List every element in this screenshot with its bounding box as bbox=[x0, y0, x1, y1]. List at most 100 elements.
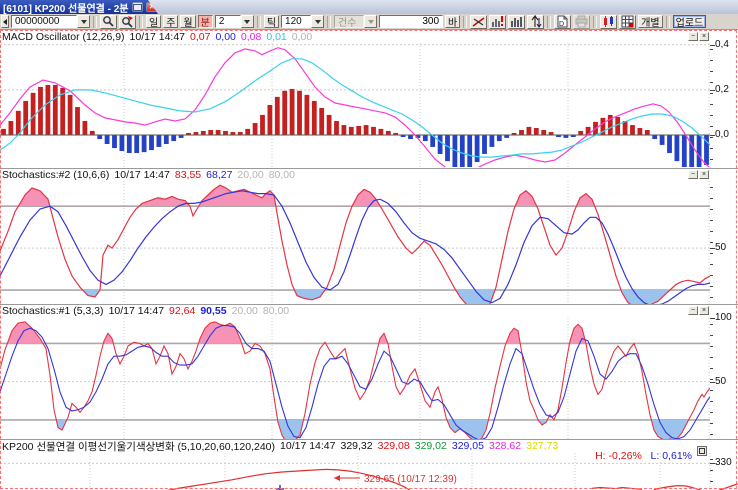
axis-tick-label: 0,4 bbox=[715, 39, 729, 50]
toolbar-separator bbox=[327, 16, 331, 28]
chevron-down-icon[interactable] bbox=[77, 15, 90, 28]
stoch-value: 90,55 bbox=[200, 305, 226, 317]
chevron-down-icon[interactable] bbox=[241, 15, 254, 28]
stoch-value: 80,00 bbox=[263, 305, 289, 317]
stoch1-panel: Stochastics:#1 (5,3,3) 10/17 14:47 92,64… bbox=[0, 304, 738, 439]
macd-panel: MACD Oscillator (12,26,9) 10/17 14:47 0,… bbox=[0, 31, 738, 167]
indicator-title: MACD Oscillator (12,26,9) bbox=[2, 31, 125, 43]
stoch-value: 80,00 bbox=[269, 169, 295, 181]
stoch-value: 83,55 bbox=[175, 169, 201, 181]
search-icon[interactable] bbox=[100, 15, 117, 29]
count-combo: 건수 bbox=[334, 15, 377, 28]
window-title: [6101] KP200 선물연결 - 2분 bbox=[3, 0, 129, 15]
stoch2-axis: 50 bbox=[710, 181, 738, 304]
individual-button[interactable]: 개별 bbox=[638, 15, 662, 28]
macd-chart[interactable] bbox=[0, 43, 710, 167]
count-label: 건수 bbox=[334, 15, 364, 28]
search-highlight-icon[interactable] bbox=[119, 15, 136, 29]
stoch-value: 92,64 bbox=[169, 305, 195, 317]
price-value: 327,73 bbox=[526, 440, 558, 452]
minute-value[interactable]: 2 bbox=[215, 15, 241, 28]
price-panel: KP200 선물연결 이평선기울기색상변화 (5,10,20,60,120,24… bbox=[0, 439, 738, 490]
bar-button[interactable]: 바 bbox=[445, 15, 460, 28]
toolbar-separator bbox=[593, 16, 597, 28]
print-icon bbox=[573, 15, 590, 29]
panel-restore-icon[interactable] bbox=[697, 446, 707, 456]
bars-icon[interactable] bbox=[508, 15, 525, 29]
axis-tick-label: 50 bbox=[715, 242, 726, 253]
axis-tick-label: 0,2 bbox=[715, 84, 729, 95]
chart-link-icon[interactable] bbox=[132, 2, 144, 12]
axis-tick-label: 0,0 bbox=[715, 129, 729, 140]
bars-alert-icon[interactable] bbox=[489, 15, 506, 29]
grid-icon[interactable] bbox=[619, 15, 636, 29]
toolbar-separator bbox=[463, 16, 467, 28]
period-week-button[interactable]: 주 bbox=[163, 15, 178, 28]
stoch-value: 20,00 bbox=[237, 169, 263, 181]
tick-value[interactable]: 120 bbox=[281, 15, 311, 28]
close-icon[interactable]: ✕ bbox=[146, 2, 158, 12]
chevron-down-icon bbox=[364, 15, 377, 28]
macd-value: 0,08 bbox=[241, 31, 261, 43]
panel-close-icon[interactable]: × bbox=[699, 32, 709, 41]
macd-panel-header: MACD Oscillator (12,26,9) 10/17 14:47 0,… bbox=[2, 31, 312, 43]
window-tab[interactable]: [6101] KP200 선물연결 - 2분 ✕ bbox=[0, 0, 158, 14]
period-day-button[interactable]: 일 bbox=[146, 15, 161, 28]
trendline-icon[interactable] bbox=[470, 15, 487, 29]
toolbar-separator bbox=[547, 16, 551, 28]
panel-minimize-icon[interactable]: − bbox=[688, 306, 698, 315]
tick-button[interactable]: 틱 bbox=[264, 15, 279, 28]
toolbar-separator bbox=[257, 16, 261, 28]
tick-combo[interactable]: 120 bbox=[281, 15, 324, 28]
axis-tick-label: 100 bbox=[715, 312, 732, 323]
toolbar-separator bbox=[666, 16, 670, 28]
toolbar: 00000000 일 주 월 분 2 틱 120 건수 바 bbox=[0, 14, 738, 30]
macd-axis: 0,40,20,0 bbox=[710, 43, 738, 167]
price-value: 329,05 bbox=[452, 440, 484, 452]
indicator-title: Stochastics:#2 (10,6,6) bbox=[2, 169, 109, 181]
stoch2-panel: Stochastics:#2 (10,6,6) 10/17 14:47 83,5… bbox=[0, 168, 738, 304]
price-value: 329,02 bbox=[415, 440, 447, 452]
axis-tick-label: 50 bbox=[715, 376, 726, 387]
chevron-down-icon[interactable] bbox=[311, 15, 324, 28]
macd-value: 0,01 bbox=[266, 31, 286, 43]
sort-updown-icon[interactable] bbox=[527, 15, 544, 29]
panel-close-icon[interactable]: × bbox=[699, 306, 709, 315]
toolbar-scroll-left-icon[interactable] bbox=[1, 15, 9, 28]
period-month-button[interactable]: 월 bbox=[180, 15, 195, 28]
high-low-label: H: -0,26% L: 0,61% bbox=[595, 450, 692, 462]
minute-combo[interactable]: 2 bbox=[215, 15, 254, 28]
svg-text:329,65 (10/17 12:39): 329,65 (10/17 12:39) bbox=[364, 474, 457, 485]
chart-style-icon[interactable] bbox=[600, 15, 617, 29]
macd-value: 0,00 bbox=[292, 31, 312, 43]
stoch2-chart[interactable] bbox=[0, 181, 710, 304]
code-combo[interactable]: 00000000 bbox=[11, 15, 90, 28]
price-axis: 330 bbox=[710, 453, 738, 490]
macd-value: 0,07 bbox=[190, 31, 210, 43]
bar-count-input[interactable] bbox=[379, 15, 443, 28]
panel-close-icon[interactable]: × bbox=[699, 170, 709, 179]
code-value[interactable]: 00000000 bbox=[11, 15, 77, 28]
toolbar-separator bbox=[93, 16, 97, 28]
title-bar: [6101] KP200 선물연결 - 2분 ✕ bbox=[0, 0, 738, 14]
document-icon[interactable]: D bbox=[554, 15, 571, 29]
price-value: 329,08 bbox=[378, 440, 410, 452]
indicator-time: 10/17 14:47 bbox=[130, 31, 185, 43]
stoch2-panel-header: Stochastics:#2 (10,6,6) 10/17 14:47 83,5… bbox=[2, 169, 295, 181]
indicator-title: Stochastics:#1 (5,3,3) bbox=[2, 305, 104, 317]
price-panel-header: KP200 선물연결 이평선기울기색상변화 (5,10,20,60,120,24… bbox=[2, 440, 558, 452]
stoch-value: 20,00 bbox=[232, 305, 258, 317]
indicator-time: 10/17 14:47 bbox=[280, 440, 335, 452]
indicator-time: 10/17 14:47 bbox=[109, 305, 164, 317]
indicator-title: KP200 선물연결 이평선기울기색상변화 (5,10,20,60,120,24… bbox=[2, 439, 275, 454]
panel-minimize-icon[interactable]: − bbox=[688, 32, 698, 41]
upload-button[interactable]: 업로드 bbox=[673, 15, 707, 28]
stoch1-axis: 10050 bbox=[710, 318, 738, 439]
low-percent: L: 0,61% bbox=[651, 450, 692, 462]
axis-tick-label: 330 bbox=[715, 457, 732, 468]
price-value: 328,62 bbox=[489, 440, 521, 452]
stoch1-chart[interactable] bbox=[0, 318, 710, 439]
chart-window: [6101] KP200 선물연결 - 2분 ✕ 00000000 일 주 월 … bbox=[0, 0, 738, 490]
period-minute-button[interactable]: 분 bbox=[198, 15, 213, 28]
panel-minimize-icon[interactable]: − bbox=[688, 170, 698, 179]
